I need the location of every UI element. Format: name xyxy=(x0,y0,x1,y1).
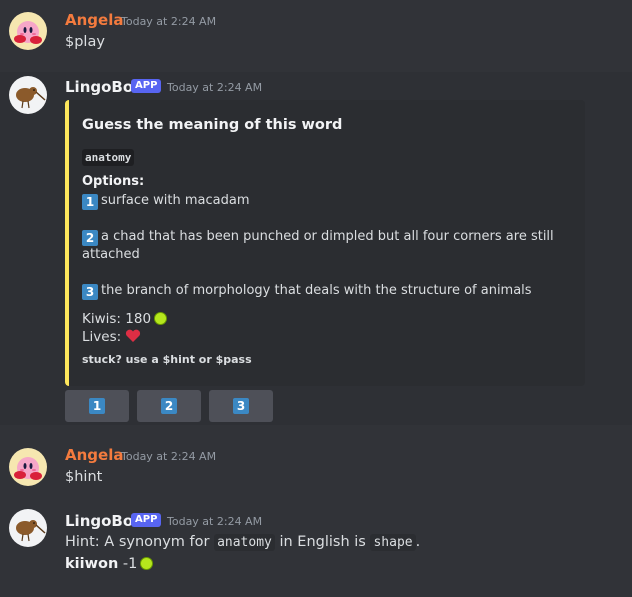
answer-button-3[interactable]: 3 xyxy=(209,390,273,422)
word-chip: anatomy xyxy=(82,146,135,166)
author-name[interactable]: Angela xyxy=(65,446,123,464)
lives-count: Lives: xyxy=(82,329,141,345)
options-heading: Options: xyxy=(82,174,145,189)
message-lingobot-hint: LingoBot APP Today at 2:24 AM Hint: A sy… xyxy=(0,503,632,597)
author-name[interactable]: Angela xyxy=(65,11,123,29)
heart-icon xyxy=(126,329,141,342)
hint-code-synonym: shape xyxy=(370,534,416,551)
keycap-2-icon: 2 xyxy=(82,230,98,246)
author-name[interactable]: LingoBot xyxy=(65,512,140,530)
timestamp: Today at 2:24 AM xyxy=(121,450,217,463)
kiwi-coin-icon xyxy=(154,312,168,325)
message-angela-hint: Angela Today at 2:24 AM $hint xyxy=(0,425,632,503)
kirby-avatar[interactable] xyxy=(9,12,47,50)
kiwis-count: Kiwis: 180 xyxy=(82,311,168,327)
keycap-2-icon: 2 xyxy=(161,398,177,414)
penalty-user: kiiwon xyxy=(65,556,119,572)
game-embed: Guess the meaning of this word anatomy O… xyxy=(65,100,585,386)
keycap-3-icon: 3 xyxy=(233,398,249,414)
author-name[interactable]: LingoBot xyxy=(65,78,140,96)
penalty-line: kiiwon -1 xyxy=(65,556,154,572)
option-1: 1 surface with macadam xyxy=(82,192,562,210)
message-angela-play: Angela Today at 2:24 AM $play xyxy=(0,0,632,72)
kiwi-avatar[interactable] xyxy=(9,76,47,114)
keycap-1-icon: 1 xyxy=(89,398,105,414)
hint-code-word: anatomy xyxy=(214,534,275,551)
kiwi-avatar[interactable] xyxy=(9,509,47,547)
message-lingobot-game: LingoBot APP Today at 2:24 AM Guess the … xyxy=(0,72,632,425)
timestamp: Today at 2:24 AM xyxy=(121,15,217,28)
kirby-avatar[interactable] xyxy=(9,448,47,486)
embed-footer: stuck? use a $hint or $pass xyxy=(82,353,252,366)
hint-text: Hint: A synonym for anatomy in English i… xyxy=(65,534,421,551)
app-badge: APP xyxy=(131,79,162,93)
answer-button-1[interactable]: 1 xyxy=(65,390,129,422)
keycap-3-icon: 3 xyxy=(82,284,98,300)
kiwi-coin-icon xyxy=(140,557,154,570)
option-3: 3 the branch of morphology that deals wit… xyxy=(82,282,562,300)
penalty-amount: -1 xyxy=(118,556,138,572)
timestamp: Today at 2:24 AM xyxy=(167,515,263,528)
option-2: 2a chad that has been punched or dimpled… xyxy=(82,229,554,262)
keycap-1-icon: 1 xyxy=(82,194,98,210)
answer-button-2[interactable]: 2 xyxy=(137,390,201,422)
message-text: $play xyxy=(65,34,105,50)
message-text: $hint xyxy=(65,469,103,485)
timestamp: Today at 2:24 AM xyxy=(167,81,263,94)
app-badge: APP xyxy=(131,513,162,527)
embed-title: Guess the meaning of this word xyxy=(82,117,343,133)
